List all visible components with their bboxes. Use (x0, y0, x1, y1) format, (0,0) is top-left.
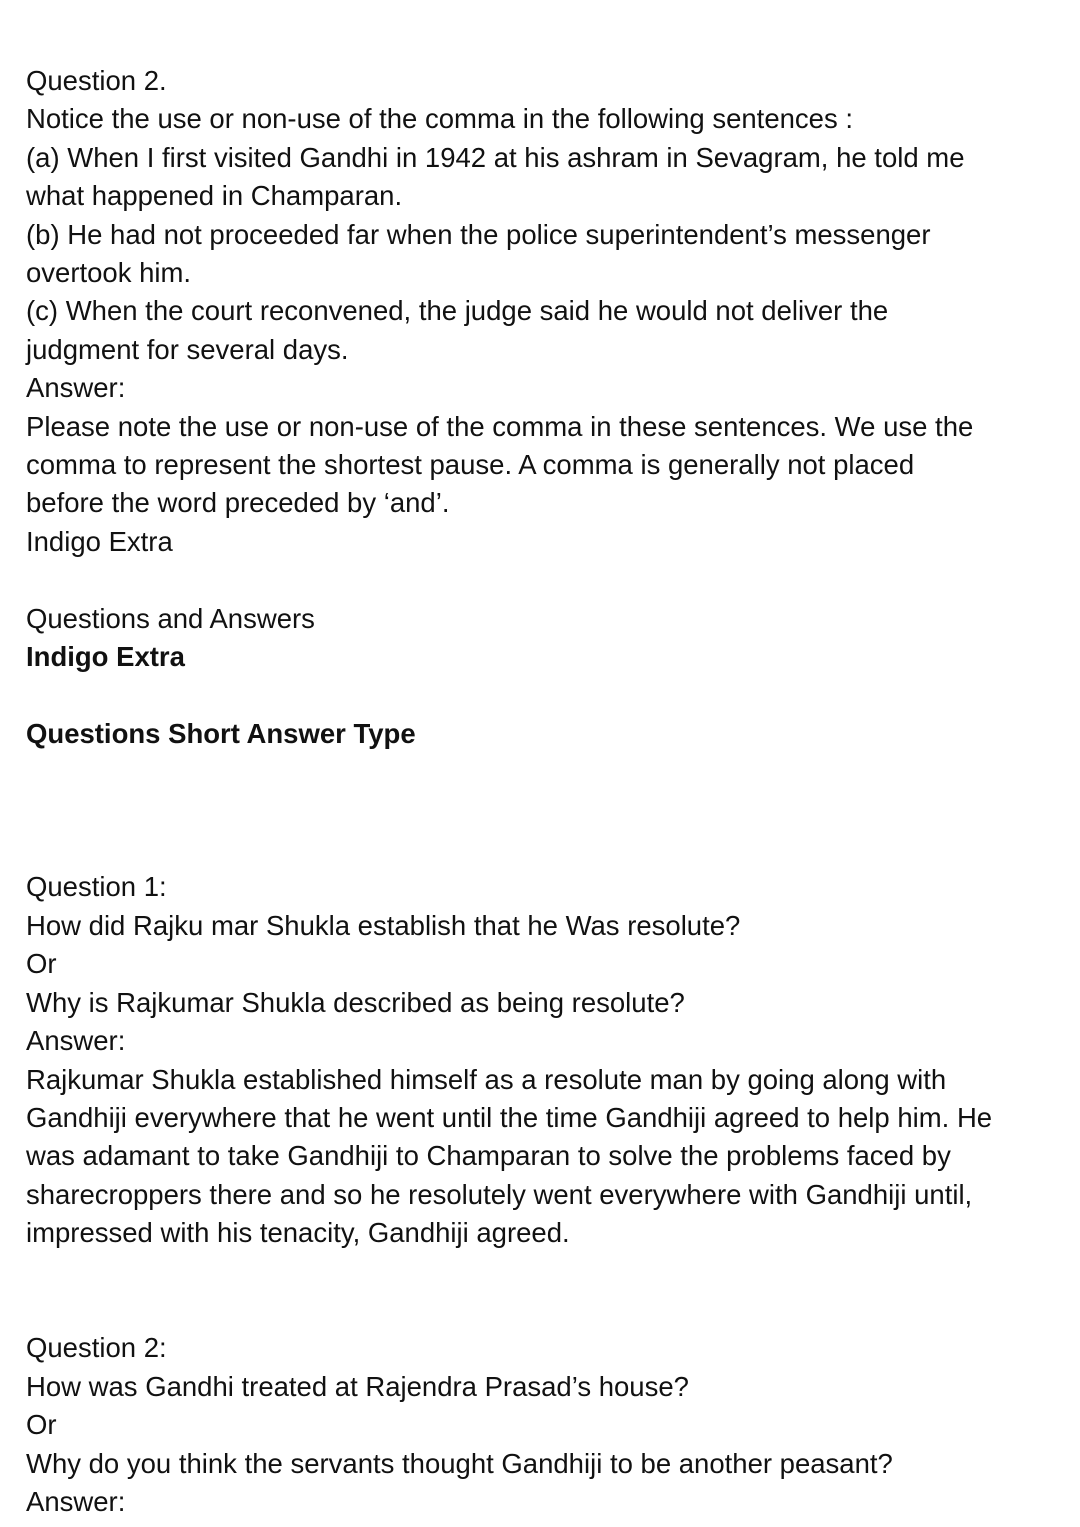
section-label: Questions and Answers (26, 602, 315, 634)
short-question-1: Question 1: How did Rajku mar Shukla est… (26, 868, 1066, 1252)
short-question-2: Question 2: How was Gandhi treated at Ra… (26, 1329, 1066, 1521)
answer-line-1: Please note the use or non-use of the co… (26, 410, 974, 442)
answer-line-4: sharecroppers there and so he resolutely… (26, 1178, 973, 1210)
document-page: Question 2. Notice the use or non-use of… (26, 62, 1066, 1521)
answer-label: Answer: (26, 1025, 126, 1057)
trailing-text: Indigo Extra (26, 525, 173, 557)
alt-question-text: Why is Rajkumar Shukla described as bein… (26, 986, 685, 1018)
sentence-b-line-1: (b) He had not proceeded far when the po… (26, 218, 931, 250)
question-heading: Question 1: (26, 871, 167, 903)
question-prompt: Notice the use or non-use of the comma i… (26, 103, 853, 135)
question-text: How was Gandhi treated at Rajendra Prasa… (26, 1370, 689, 1402)
grammar-question-2: Question 2. Notice the use or non-use of… (26, 62, 1066, 561)
question-text: How did Rajku mar Shukla establish that … (26, 909, 741, 941)
sentence-c-line-2: judgment for several days. (26, 333, 349, 365)
answer-line-1: Rajkumar Shukla established himself as a… (26, 1063, 947, 1095)
sentence-c-line-1: (c) When the court reconvened, the judge… (26, 295, 889, 327)
sentence-b-line-2: overtook him. (26, 257, 192, 289)
answer-line-2: comma to represent the shortest pause. A… (26, 449, 915, 481)
question-heading: Question 2: (26, 1332, 167, 1364)
question-heading: Question 2. (26, 65, 167, 96)
sentence-a-line-2: what happened in Champaran. (26, 180, 403, 212)
answer-line-3: was adamant to take Gandhiji to Champara… (26, 1140, 951, 1172)
sentence-a-line-1: (a) When I first visited Gandhi in 1942 … (26, 141, 965, 173)
answer-line-5: impressed with his tenacity, Gandhiji ag… (26, 1217, 570, 1249)
alt-question-text: Why do you think the servants thought Ga… (26, 1447, 893, 1479)
or-label: Or (26, 948, 57, 980)
answer-label: Answer: (26, 1485, 126, 1517)
answer-line-2: Gandhiji everywhere that he went until t… (26, 1101, 993, 1133)
answer-label: Answer: (26, 372, 126, 404)
or-label: Or (26, 1409, 57, 1441)
answer-line-3: before the word preceded by ‘and’. (26, 487, 450, 519)
section-header: Questions and Answers Indigo Extra Quest… (26, 600, 1066, 754)
section-title: Indigo Extra (26, 641, 185, 673)
section-subtitle: Questions Short Answer Type (26, 717, 416, 749)
